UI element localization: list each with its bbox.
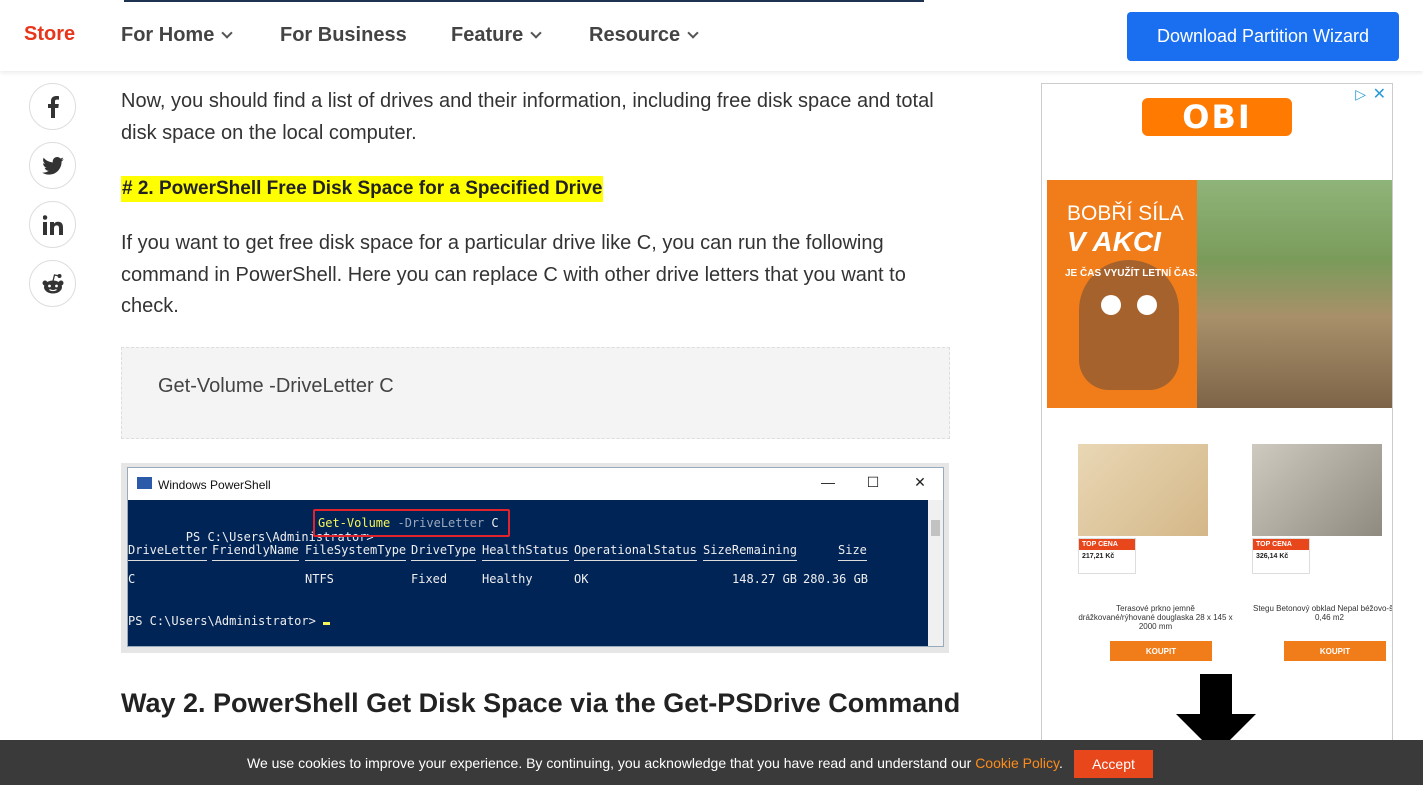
product-price: 326,14 Kč <box>1256 553 1289 560</box>
table-header: OperationalStatus <box>574 543 697 561</box>
ad-tagline: JE ČAS VYUŽÍT LETNÍ ČAS. <box>1065 268 1198 279</box>
console-scrollbar <box>928 500 943 646</box>
share-linkedin-button[interactable] <box>29 201 76 248</box>
powershell-screenshot: Windows PowerShell — ☐ ✕ PS C:\Users\Adm… <box>121 463 949 653</box>
prompt-text: PS C:\Users\Administrator> <box>128 614 316 628</box>
nav-item-feature[interactable]: Feature <box>451 24 542 47</box>
nav-item-for-home[interactable]: For Home <box>121 24 234 47</box>
product-price: 217,21 Kč <box>1082 553 1115 560</box>
table-cell: 148.27 GB <box>732 572 798 586</box>
table-header: HealthStatus <box>482 543 569 561</box>
console-cursor <box>323 622 331 625</box>
download-partition-wizard-button[interactable]: Download Partition Wizard <box>1127 12 1399 61</box>
twitter-icon <box>41 156 64 175</box>
window-title: Windows PowerShell <box>158 478 271 492</box>
code-text: Get-Volume -DriveLetter C <box>158 375 394 397</box>
chevron-down-icon <box>530 27 542 39</box>
nav-item-label: For Business <box>280 24 407 46</box>
section-heading-highlight: # 2. PowerShell Free Disk Space for a Sp… <box>121 176 604 202</box>
share-facebook-button[interactable] <box>29 83 76 130</box>
table-header: Size <box>838 543 867 561</box>
close-icon: ✕ <box>914 474 926 490</box>
adchoices-icon[interactable]: ▷ <box>1355 86 1366 103</box>
close-ad-icon[interactable]: ✕ <box>1373 84 1386 104</box>
table-header: FileSystemType <box>305 543 407 561</box>
param-text: -DriveLetter <box>397 516 485 530</box>
cookie-message: We use cookies to improve your experienc… <box>247 755 1063 771</box>
window-titlebar: Windows PowerShell — ☐ ✕ <box>128 468 943 500</box>
scrollbar-thumb <box>931 520 940 536</box>
top-navigation: Store For Home For Business Feature Reso… <box>0 0 1423 71</box>
console-prompt: PS C:\Users\Administrator> <box>128 614 331 628</box>
nav-item-label: Feature <box>451 24 524 46</box>
ad-photo <box>1197 180 1392 408</box>
powershell-window: Windows PowerShell — ☐ ✕ PS C:\Users\Adm… <box>127 467 944 647</box>
linkedin-icon <box>42 214 63 235</box>
share-twitter-button[interactable] <box>29 142 76 189</box>
product-image <box>1078 444 1208 536</box>
chevron-down-icon <box>687 27 699 39</box>
section-title: Way 2. PowerShell Get Disk Space via the… <box>121 688 961 718</box>
reddit-icon <box>42 273 63 293</box>
ad-headline: BOBŘÍ SÍLA <box>1067 202 1184 225</box>
table-cell: Healthy <box>482 572 533 586</box>
console-area: PS C:\Users\Administrator> Get-Volume -D… <box>128 500 943 646</box>
table-cell: Fixed <box>411 572 448 586</box>
beaver-mascot-image <box>1079 260 1179 390</box>
ad-product-card[interactable]: TOP CENA 217,21 Kč Terasové prkno jemně … <box>1078 444 1238 661</box>
ad-product-card[interactable]: TOP CENA 326,14 Kč Stegu Betonový obklad… <box>1252 444 1392 661</box>
maximize-icon: ☐ <box>866 474 880 490</box>
table-cell: C <box>128 572 136 586</box>
nav-store-link[interactable]: Store <box>24 23 75 46</box>
product-image <box>1252 444 1382 536</box>
table-cell: OK <box>574 572 589 586</box>
console-command: Get-Volume -DriveLetter C <box>318 516 499 530</box>
obi-logo: OBI <box>1142 98 1292 136</box>
article-paragraph: Now, you should find a list of drives an… <box>121 90 934 144</box>
product-description: Terasové prkno jemně drážkované/rýhované… <box>1078 604 1233 631</box>
nav-item-for-business[interactable]: For Business <box>280 24 407 47</box>
product-description: Stegu Betonový obklad Nepal béžovo-šedý … <box>1253 604 1393 622</box>
table-header: DriveType <box>411 543 477 561</box>
badge-label: TOP CENA <box>1079 539 1135 550</box>
table-header: SizeRemaining <box>703 543 797 561</box>
nav-item-resource[interactable]: Resource <box>589 24 699 47</box>
article-paragraph: If you want to get free disk space for a… <box>121 232 906 317</box>
code-block: Get-Volume -DriveLetter C <box>121 347 950 439</box>
minimize-icon: — <box>821 474 835 490</box>
price-badge: TOP CENA 326,14 Kč <box>1252 538 1310 574</box>
price-badge: TOP CENA 217,21 Kč <box>1078 538 1136 574</box>
table-cell: 280.36 GB <box>803 572 869 586</box>
ad-headline: V AKCI <box>1067 226 1161 257</box>
cookie-policy-link[interactable]: Cookie Policy <box>975 755 1059 771</box>
buy-button[interactable]: KOUPIT <box>1110 641 1212 661</box>
nav-top-accent-line <box>124 0 924 2</box>
nav-item-label: Resource <box>589 24 681 46</box>
cookie-text-end: . <box>1058 755 1063 771</box>
nav-item-label: For Home <box>121 24 215 46</box>
badge-label: TOP CENA <box>1253 539 1309 550</box>
facebook-icon <box>47 95 59 118</box>
chevron-down-icon <box>221 27 234 39</box>
accept-cookies-button[interactable]: Accept <box>1074 750 1153 778</box>
ad-banner-image[interactable]: BOBŘÍ SÍLA V AKCI JE ČAS VYUŽÍT LETNÍ ČA… <box>1047 180 1392 408</box>
share-reddit-button[interactable] <box>29 260 76 307</box>
mascot-eye <box>1101 295 1121 315</box>
cookie-banner: We use cookies to improve your experienc… <box>0 740 1423 785</box>
table-cell: NTFS <box>305 572 334 586</box>
powershell-icon <box>137 477 152 489</box>
mascot-eye <box>1137 295 1157 315</box>
buy-button[interactable]: KOUPIT <box>1284 641 1386 661</box>
advertisement[interactable]: ▷ ✕ OBI BOBŘÍ SÍLA V AKCI JE ČAS VYUŽÍT … <box>1041 83 1393 763</box>
arg-text: C <box>491 516 499 530</box>
table-header: FriendlyName <box>212 543 299 561</box>
cookie-text: We use cookies to improve your experienc… <box>247 755 976 771</box>
table-header: DriveLetter <box>128 543 208 561</box>
cmdlet-text: Get-Volume <box>318 516 391 530</box>
